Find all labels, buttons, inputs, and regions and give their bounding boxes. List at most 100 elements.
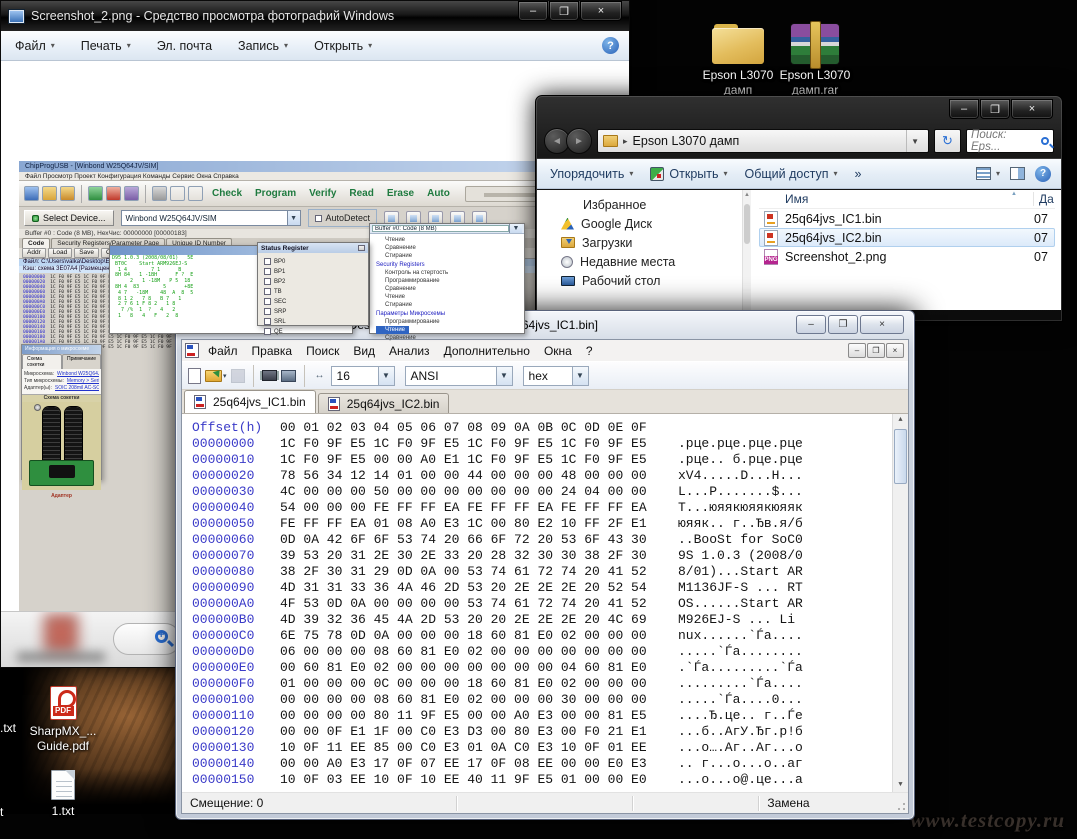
minimize-button[interactable]: – [796, 315, 826, 334]
encoding-combo[interactable]: ANSI▼ [405, 366, 513, 386]
new-file-icon[interactable] [188, 368, 201, 384]
hex-row[interactable]: 000000E000 60 81 E0 02 00 00 00 00 00 00… [192, 660, 908, 676]
buffer-tool-button[interactable]: Save [74, 248, 99, 258]
hex-row[interactable]: 0000004054 00 00 00 FE FF FF EA FE FF FF… [192, 500, 908, 516]
file-row[interactable]: 25q64jvs_IC2.bin 07 [759, 228, 1055, 247]
menu-item[interactable]: Дополнительно [437, 344, 537, 358]
hex-row[interactable]: 000000A04F 53 0D 0A 00 00 00 00 53 74 61… [192, 596, 908, 612]
restore-button[interactable]: ❐ [828, 315, 858, 334]
hex-ascii[interactable]: ...о...о@.це...а [678, 772, 803, 787]
hex-ascii[interactable]: ....Ђ.це.. г..Ѓе [678, 708, 803, 723]
desktop-icon-epson-rar[interactable]: Epson L3070 дамп.rar [767, 24, 863, 98]
view-mode-button[interactable]: ▾ [976, 167, 1000, 180]
hex-bytes[interactable]: 1C F0 9F E5 1C F0 9F E5 1C F0 9F E5 1C F… [280, 436, 678, 452]
hex-bytes[interactable]: 4D 39 32 36 45 4A 2D 53 20 20 2E 2E 2E 2… [280, 612, 678, 628]
close-icon[interactable] [358, 245, 365, 251]
action-button[interactable]: Check [212, 188, 242, 199]
hex-row[interactable]: 0000008038 2F 30 31 29 0D 0A 00 53 74 61… [192, 564, 908, 580]
open-button[interactable]: Открыть▾ [650, 167, 727, 181]
tree-item[interactable]: Чтение [376, 326, 409, 334]
minimize-button[interactable]: – [518, 1, 548, 21]
hex-bytes[interactable]: 6E 75 78 0D 0A 00 00 00 18 60 81 E0 02 0… [280, 628, 678, 644]
forward-button[interactable]: ► [566, 128, 592, 154]
hex-row[interactable]: 00000050FE FF FF EA 01 08 A0 E3 1C 00 80… [192, 516, 908, 532]
hex-ascii[interactable]: xV4.....D...H... [678, 468, 803, 483]
search-input[interactable]: Поиск: Eps... [966, 129, 1054, 153]
chevron-down-icon[interactable]: ▼ [496, 367, 512, 385]
hex-bytes[interactable]: 10 0F 03 EE 10 0F 10 EE 40 11 9F E5 01 0… [280, 772, 678, 788]
hex-bytes[interactable]: 00 00 00 00 08 60 81 E0 02 00 00 00 30 0… [280, 692, 678, 708]
tree-item[interactable]: Стирание [376, 301, 524, 309]
menu-item[interactable]: Анализ [382, 344, 437, 358]
dialog-titlebar[interactable]: Status Register [258, 243, 368, 253]
hex-bytes[interactable]: FE FF FF EA 01 08 A0 E3 1C 00 80 E2 10 F… [280, 516, 678, 532]
breadcrumb-path[interactable]: Epson L3070 дамп [633, 134, 740, 148]
hex-bytes[interactable]: 4F 53 0D 0A 00 00 00 00 53 74 61 72 74 2… [280, 596, 678, 612]
hex-bytes[interactable]: 00 00 00 00 80 11 9F E5 00 00 A0 E3 00 0… [280, 708, 678, 724]
column-date[interactable]: Да [1033, 192, 1055, 206]
breadcrumb-arrow-icon[interactable]: ▸ [623, 136, 628, 147]
disk-device-icon[interactable] [281, 370, 296, 382]
hex-bytes[interactable]: 00 00 A0 E3 17 0F 07 EE 17 0F 08 EE 00 0… [280, 756, 678, 772]
refresh-button[interactable]: ↻ [934, 129, 961, 153]
tree-group-label[interactable]: Параметры Микросхемы [376, 310, 524, 318]
hex-row[interactable]: 0000014000 00 A0 E3 17 0F 07 EE 17 0F 08… [192, 756, 908, 772]
hex-row[interactable]: 000000600D 0A 42 6F 6F 53 74 20 66 6F 72… [192, 532, 908, 548]
toolbar-icon[interactable] [152, 186, 167, 201]
hex-bytes[interactable]: 10 0F 11 EE 85 00 C0 E3 01 0A C0 E3 10 0… [280, 740, 678, 756]
sidebar-item[interactable]: Рабочий стол [537, 271, 751, 290]
hex-row[interactable]: 0000015010 0F 03 EE 10 0F 10 EE 40 11 9F… [192, 772, 908, 788]
tree-item[interactable]: Сравнение [376, 334, 524, 342]
hex-bytes[interactable]: 4C 00 00 00 50 00 00 00 00 00 00 00 24 0… [280, 484, 678, 500]
hex-bytes[interactable]: 00 00 0F E1 1F 00 C0 E3 D3 00 80 E3 00 F… [280, 724, 678, 740]
organize-button[interactable]: Упорядочить▾ [550, 167, 633, 181]
tree-item[interactable]: Контроль на стертость [376, 269, 524, 277]
preview-pane-button[interactable] [1010, 167, 1025, 180]
breadcrumb[interactable]: ▸ Epson L3070 дамп ▼ [597, 129, 929, 153]
hex-ascii[interactable]: ...о….Аг..Аг...о [678, 740, 803, 755]
sidebar-item[interactable]: Google Диск [537, 214, 751, 233]
status-bit-checkbox[interactable]: BP1 [264, 268, 362, 275]
hex-row[interactable]: 0000007039 53 20 31 2E 30 2E 33 20 28 32… [192, 548, 908, 564]
hex-bytes[interactable]: 06 00 00 00 08 60 81 E0 02 00 00 00 00 0… [280, 644, 678, 660]
help-icon[interactable]: ? [1035, 166, 1051, 182]
tree-item[interactable]: Программирование [376, 277, 524, 285]
minimize-button[interactable]: – [949, 99, 979, 119]
close-button[interactable]: × [1011, 99, 1053, 119]
column-name[interactable]: Имя [759, 192, 1033, 206]
hex-ascii[interactable]: L...P.......$... [678, 484, 803, 499]
hex-ascii[interactable]: 8/01)...Start AR [678, 564, 803, 579]
status-bit-checkbox[interactable]: BP2 [264, 278, 362, 285]
help-icon[interactable]: ? [602, 37, 619, 54]
document-icon[interactable] [185, 343, 199, 358]
hex-ascii[interactable]: .. г...о...о..аг [678, 756, 803, 771]
file-row[interactable]: 25q64jvs_IC1.bin 07 [759, 209, 1055, 228]
scrollbar-thumb[interactable] [744, 204, 750, 244]
hex-ascii[interactable]: .`Ѓа.........`Ѓа [678, 660, 803, 675]
mdi-minimize-button[interactable]: – [848, 343, 866, 358]
maximize-button[interactable]: ❐ [549, 1, 579, 21]
chevron-down-icon[interactable]: ▼ [509, 224, 522, 233]
status-bit-checkbox[interactable]: QE [264, 328, 362, 335]
status-bit-checkbox[interactable]: BP0 [264, 258, 362, 265]
resize-grip[interactable] [894, 799, 906, 811]
toolbar-icon[interactable] [170, 186, 185, 201]
menu-item[interactable]: Файл▾ [15, 39, 55, 53]
menu-item[interactable]: Вид [346, 344, 382, 358]
tree-item[interactable]: Сравнение [376, 244, 524, 252]
menu-item[interactable]: Поиск [299, 344, 346, 358]
buffer-tool-button[interactable]: Addr [22, 248, 46, 258]
tree-item[interactable]: Стирание [376, 252, 524, 260]
select-device-button[interactable]: Select Device... [24, 210, 114, 226]
tree-group-label[interactable]: Security Registers [376, 261, 524, 269]
maximize-button[interactable]: ❐ [980, 99, 1010, 119]
sidebar-scrollbar[interactable]: ▲ [742, 190, 751, 310]
photo-viewer-titlebar[interactable]: Screenshot_2.png - Средство просмотра фо… [1, 1, 629, 31]
device-combo[interactable]: Winbond W25Q64JV/SIM▼ [121, 210, 301, 226]
hex-row[interactable]: 000000101C F0 9F E5 00 00 A0 E1 1C F0 9F… [192, 452, 908, 468]
scroll-up-icon[interactable]: ▲ [744, 192, 750, 198]
toolbar-icon[interactable] [88, 186, 103, 201]
hex-ascii[interactable]: OS......Start AR [678, 596, 803, 611]
menu-item[interactable]: ? [579, 344, 600, 358]
toolbar-overflow[interactable]: » [855, 167, 862, 181]
